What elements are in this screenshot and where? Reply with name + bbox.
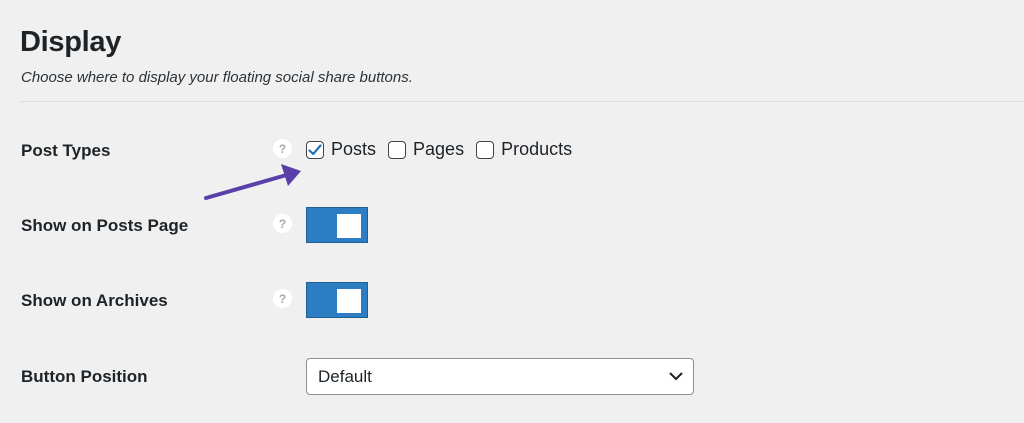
show-on-posts-page-label: Show on Posts Page (21, 216, 189, 235)
help-icon[interactable]: ? (273, 139, 292, 158)
show-on-archives-label: Show on Archives (21, 291, 168, 310)
post-types-label: Post Types (21, 141, 111, 160)
page-title: Display (20, 26, 122, 58)
checkbox-posts[interactable]: Posts (306, 139, 376, 160)
chevron-down-icon (669, 372, 683, 380)
checkbox-label: Products (501, 139, 573, 159)
help-icon[interactable]: ? (273, 214, 292, 233)
toggle-show-on-archives[interactable] (306, 282, 368, 318)
checkmark-icon (308, 143, 322, 155)
button-position-select[interactable]: Default (306, 358, 694, 395)
help-icon[interactable]: ? (273, 289, 292, 308)
toggle-knob (337, 214, 361, 238)
checkbox-label: Pages (413, 139, 465, 159)
checkbox-box[interactable] (476, 140, 495, 159)
checkbox-products[interactable]: Products (476, 139, 572, 160)
arrow-icon (204, 164, 301, 200)
checkbox-box[interactable] (306, 140, 324, 159)
checkbox-label: Posts (331, 139, 377, 159)
checkbox-pages[interactable]: Pages (388, 139, 464, 160)
post-types-checkboxes: Posts Pages Products (306, 139, 584, 160)
checkbox-box[interactable] (388, 140, 407, 159)
button-position-label: Button Position (21, 367, 148, 386)
select-value: Default (318, 366, 372, 386)
section-description: Choose where to display your floating so… (21, 69, 413, 86)
toggle-show-on-posts-page[interactable] (306, 207, 368, 243)
toggle-knob (337, 289, 361, 313)
divider (20, 101, 1024, 102)
